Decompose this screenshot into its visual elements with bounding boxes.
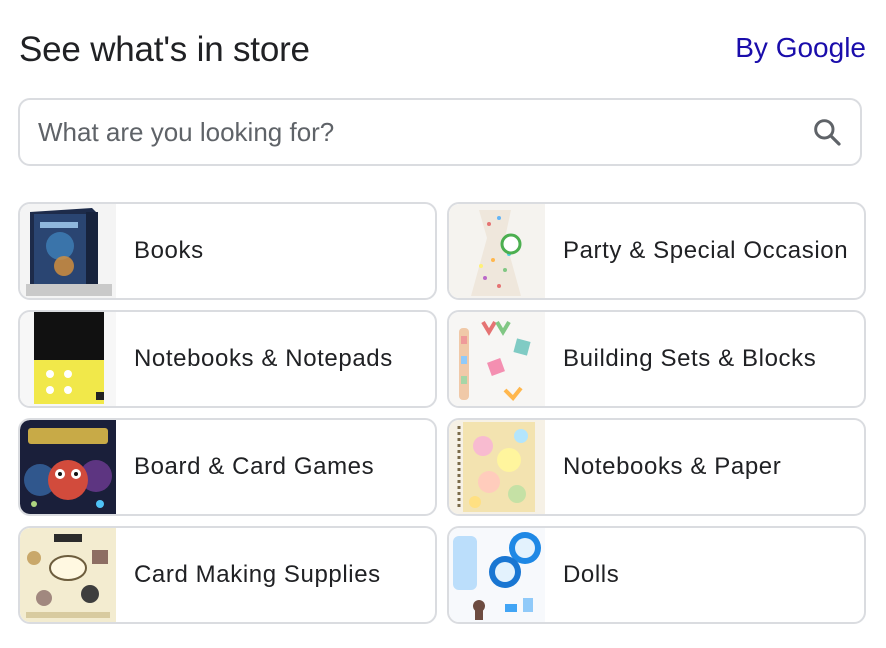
category-label: Dolls	[563, 561, 620, 588]
party-bag-thumbnail	[449, 204, 545, 298]
category-tile-books[interactable]: Books	[18, 202, 437, 300]
category-tile-dolls[interactable]: Dolls	[447, 526, 866, 624]
notebook-thumbnail	[20, 312, 116, 406]
board-game-thumbnail	[20, 420, 116, 514]
search-box[interactable]	[18, 98, 862, 166]
books-thumbnail	[20, 204, 116, 298]
category-label: Books	[134, 237, 204, 264]
category-label: Party & Special Occasion	[563, 237, 849, 264]
category-tile-building-sets[interactable]: Building Sets & Blocks	[447, 310, 866, 408]
category-tile-card-making[interactable]: Card Making Supplies	[18, 526, 437, 624]
category-label: Notebooks & Notepads	[134, 345, 393, 372]
card-making-thumbnail	[20, 528, 116, 622]
category-tile-party[interactable]: Party & Special Occasion	[447, 202, 866, 300]
category-label: Board & Card Games	[134, 453, 375, 480]
category-label: Notebooks & Paper	[563, 453, 782, 480]
category-tile-notebooks-paper[interactable]: Notebooks & Paper	[447, 418, 866, 516]
category-tile-board-games[interactable]: Board & Card Games	[18, 418, 437, 516]
category-label: Card Making Supplies	[134, 561, 381, 588]
category-tile-notebooks-notepads[interactable]: Notebooks & Notepads	[18, 310, 437, 408]
building-blocks-thumbnail	[449, 312, 545, 406]
search-input[interactable]	[36, 115, 810, 149]
store-widget: See what's in store By Google What are y…	[0, 0, 886, 648]
header: See what's in store By Google	[19, 26, 866, 74]
floral-notebook-thumbnail	[449, 420, 545, 514]
by-google-link[interactable]: By Google	[735, 32, 866, 64]
category-grid: Books Party & Special Occasion Notebooks…	[18, 202, 866, 624]
category-label: Building Sets & Blocks	[563, 345, 817, 372]
search-icon[interactable]	[810, 115, 844, 149]
page-title: See what's in store	[19, 30, 310, 69]
dolls-thumbnail	[449, 528, 545, 622]
